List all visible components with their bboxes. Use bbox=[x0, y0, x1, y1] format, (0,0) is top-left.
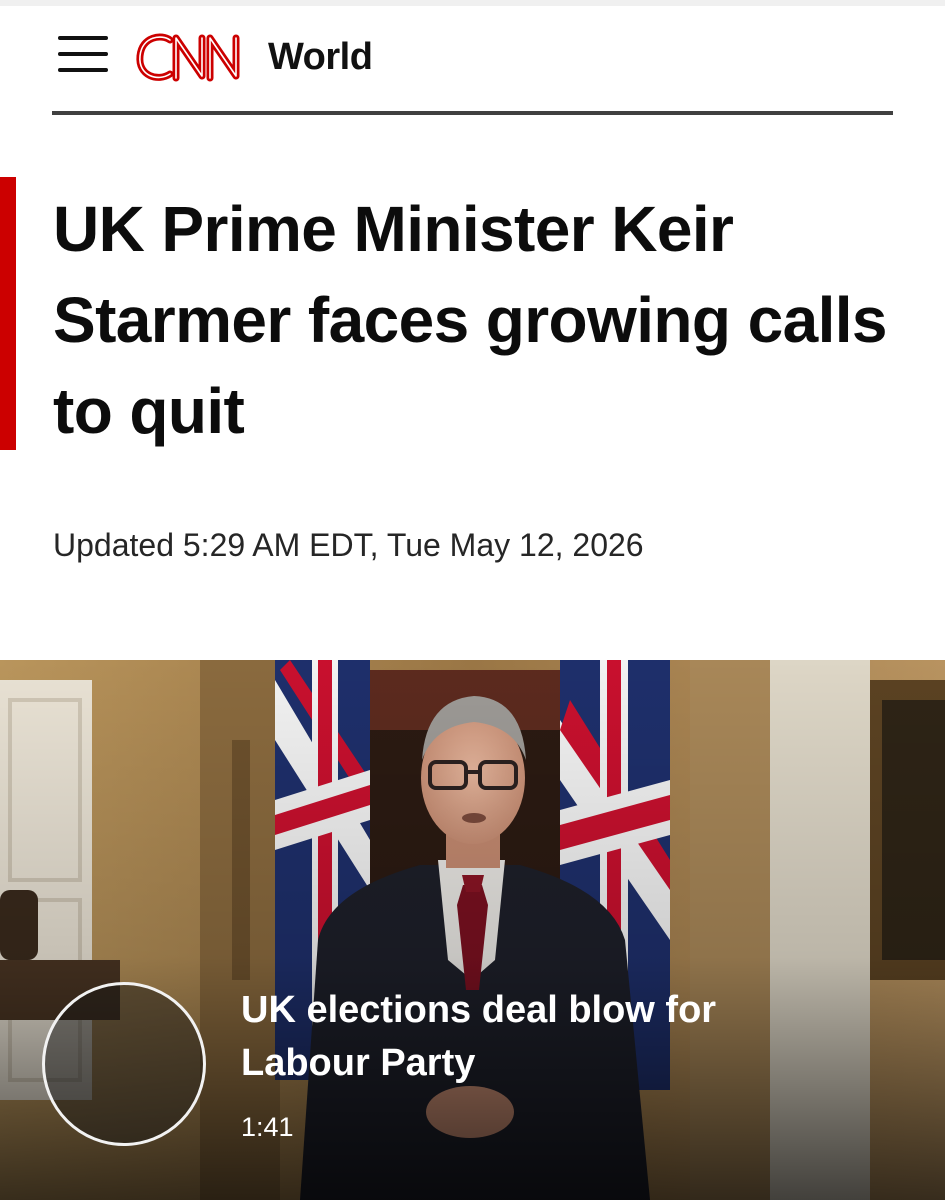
hamburger-menu-icon[interactable] bbox=[58, 34, 108, 74]
video-duration: 1:41 bbox=[241, 1112, 294, 1142]
play-button[interactable] bbox=[42, 982, 206, 1146]
article-headline: UK Prime Minister Keir Starmer faces gro… bbox=[53, 193, 888, 447]
section-label[interactable]: World bbox=[268, 36, 373, 79]
cnn-logo[interactable] bbox=[134, 28, 258, 86]
site-header: World bbox=[0, 0, 945, 116]
video-card[interactable]: UK elections deal blow for Labour Party … bbox=[0, 660, 945, 1200]
header-divider bbox=[52, 111, 893, 115]
article-timestamp: Updated 5:29 AM EDT, Tue May 12, 2026 bbox=[53, 527, 644, 563]
video-title[interactable]: UK elections deal blow for Labour Party bbox=[241, 984, 841, 1090]
headline-accent-bar bbox=[0, 177, 16, 450]
